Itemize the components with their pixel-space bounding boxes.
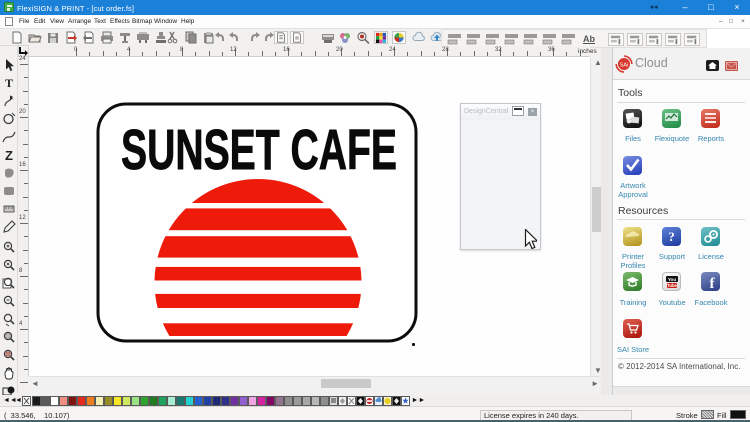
svg-text:Z: Z (5, 148, 13, 162)
svg-text:You: You (668, 277, 677, 282)
svg-text:SAi: SAi (620, 63, 629, 69)
svg-text:?: ? (668, 229, 675, 244)
svg-text:Tube: Tube (667, 283, 677, 288)
svg-text:SUNSET CAFE: SUNSET CAFE (121, 119, 397, 182)
svg-text:T: T (5, 76, 13, 90)
svg-text:f: f (710, 276, 716, 291)
